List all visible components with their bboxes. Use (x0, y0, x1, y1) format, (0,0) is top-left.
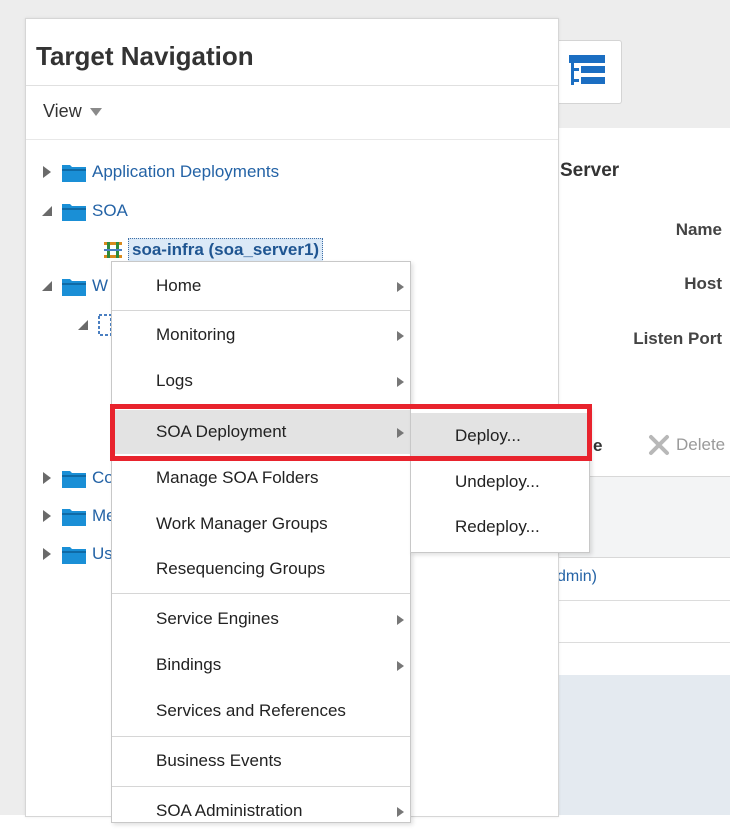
divider (26, 85, 558, 86)
panel-title: Target Navigation (36, 41, 254, 71)
menu-item-logs[interactable]: Logs (112, 359, 410, 403)
view-label: View (43, 101, 82, 121)
submenu-item-redeploy[interactable]: Redeploy... (411, 504, 589, 550)
tree-node-label: W (92, 276, 109, 295)
expand-arrow-icon[interactable] (40, 471, 54, 485)
admin-server-link[interactable]: dmin) (557, 568, 597, 586)
menu-item-label: Services and References (156, 701, 346, 720)
collapse-arrow-icon[interactable] (40, 204, 54, 218)
submenu-arrow-icon (397, 331, 404, 341)
menu-divider (112, 736, 410, 737)
tree-node-soa[interactable]: SOA (40, 201, 128, 221)
tree-node-domain[interactable] (76, 314, 112, 336)
folder-icon (62, 547, 86, 564)
menu-divider (112, 786, 410, 787)
submenu-item-label: Undeploy... (455, 472, 540, 491)
tree-view-toggle-button[interactable] (557, 40, 622, 104)
menu-item-label: SOA Administration (156, 801, 303, 820)
menu-item-resequencing-groups[interactable]: Resequencing Groups (112, 547, 410, 591)
menu-item-work-manager-groups[interactable]: Work Manager Groups (112, 502, 410, 546)
tree-node-application-deployments[interactable]: Application Deployments (40, 162, 279, 182)
submenu-arrow-icon (397, 661, 404, 671)
folder-icon (62, 204, 86, 221)
menu-item-label: Monitoring (156, 325, 236, 344)
tree-node-weblogic[interactable]: W (40, 276, 108, 296)
menu-item-business-events[interactable]: Business Events (112, 739, 410, 783)
tree-node-collapsed-2[interactable]: Me (40, 506, 116, 526)
menu-item-label: Logs (156, 371, 193, 390)
submenu-item-undeploy[interactable]: Undeploy... (411, 459, 589, 505)
submenu-arrow-icon (397, 615, 404, 625)
menu-item-monitoring[interactable]: Monitoring (112, 313, 410, 357)
domain-icon (98, 314, 112, 336)
caret-down-icon (89, 107, 102, 116)
folder-icon (62, 471, 86, 488)
table-row-divider (555, 600, 730, 601)
submenu-arrow-icon (397, 282, 404, 292)
tree-node-label: soa-infra (soa_server1) (128, 238, 324, 262)
tree-list-icon (569, 55, 605, 85)
menu-item-services-and-references[interactable]: Services and References (112, 689, 410, 733)
expand-arrow-icon[interactable] (40, 547, 54, 561)
submenu-item-label: Redeploy... (455, 517, 540, 536)
soa-deployment-submenu: Deploy... Undeploy... Redeploy... (410, 407, 590, 553)
menu-item-home[interactable]: Home (112, 264, 410, 308)
context-menu: Home Monitoring Logs SOA Deployment Mana… (111, 261, 411, 823)
name-label: Name (675, 220, 722, 239)
listen-port-label: Listen Port (633, 329, 722, 348)
menu-item-service-engines[interactable]: Service Engines (112, 597, 410, 641)
menu-item-label: Manage SOA Folders (156, 468, 319, 487)
menu-item-soa-administration[interactable]: SOA Administration (112, 789, 410, 833)
delete-label: Delete (676, 435, 726, 454)
delete-button[interactable]: Delete (648, 434, 725, 456)
delete-x-icon (649, 435, 669, 455)
tree-node-label: Us (92, 544, 113, 563)
submenu-arrow-icon (397, 377, 404, 387)
menu-item-label: Bindings (156, 655, 222, 674)
soa-composite-icon (104, 242, 122, 258)
view-menu-button[interactable]: View (43, 101, 102, 122)
tree-node-label: SOA (92, 201, 128, 220)
tree-node-label: Application Deployments (92, 162, 280, 181)
content-lower-region (555, 675, 730, 815)
expand-arrow-icon[interactable] (40, 165, 54, 179)
menu-divider (112, 593, 410, 594)
menu-item-soa-deployment[interactable]: SOA Deployment (112, 410, 410, 454)
tree-node-collapsed-3[interactable]: Us (40, 544, 113, 564)
menu-divider (112, 406, 410, 407)
menu-item-label: Service Engines (156, 609, 279, 628)
menu-item-label: SOA Deployment (156, 422, 287, 441)
tree-node-collapsed-1[interactable]: Co (40, 468, 114, 488)
server-section-title: Server (560, 160, 620, 181)
menu-item-manage-soa-folders[interactable]: Manage SOA Folders (112, 456, 410, 500)
menu-item-label: Resequencing Groups (156, 559, 326, 578)
folder-icon (62, 279, 86, 296)
menu-item-label: Work Manager Groups (156, 514, 328, 533)
folder-icon (62, 165, 86, 182)
tree-node-soa-infra[interactable]: soa-infra (soa_server1) (102, 238, 324, 262)
expand-arrow-icon[interactable] (40, 509, 54, 523)
menu-item-label: Business Events (156, 751, 282, 770)
menu-item-bindings[interactable]: Bindings (112, 643, 410, 687)
toolbar-partial-label[interactable]: e (593, 436, 602, 456)
collapse-arrow-icon[interactable] (76, 318, 90, 332)
collapse-arrow-icon[interactable] (40, 279, 54, 293)
folder-icon (62, 509, 86, 526)
table-row-divider (555, 642, 730, 643)
divider (26, 139, 558, 140)
menu-divider (112, 310, 410, 311)
submenu-item-deploy[interactable]: Deploy... (411, 413, 589, 459)
host-label: Host (684, 274, 722, 293)
submenu-arrow-icon (397, 807, 404, 817)
submenu-item-label: Deploy... (455, 426, 521, 445)
menu-item-label: Home (156, 276, 202, 295)
submenu-arrow-icon (397, 428, 404, 438)
